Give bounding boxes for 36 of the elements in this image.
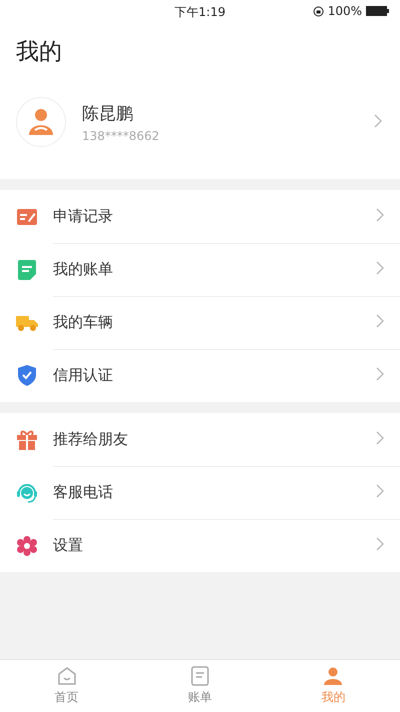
status-time: 下午1:19 (174, 5, 226, 19)
headset-icon (16, 482, 38, 504)
home-icon (56, 666, 77, 686)
phone-number: 138****8662 (82, 128, 160, 142)
battery-percent: 100% (328, 4, 362, 18)
chevron-icon (376, 260, 384, 274)
chevron-icon (376, 208, 384, 222)
user-icon (323, 666, 344, 686)
user-name: 陈昆鹏 (82, 102, 134, 124)
profile-row[interactable]: 陈昆鹏 138****8662 (16, 67, 384, 179)
chevron-icon (376, 367, 384, 381)
shield-icon (18, 365, 36, 386)
menu-item[interactable]: 客服电话 (0, 466, 400, 519)
chevron-icon (376, 314, 384, 328)
chevron-icon (376, 430, 384, 444)
document-icon (190, 666, 209, 686)
form-icon (17, 208, 37, 224)
gift-icon (17, 430, 37, 450)
tab[interactable]: 账单 (133, 660, 267, 712)
menu-item[interactable]: 申请记录 (0, 190, 400, 243)
document-icon (18, 260, 36, 280)
chevron-icon (374, 114, 382, 128)
menu-item[interactable]: 我的账单 (0, 243, 400, 296)
menu-item[interactable]: 信用认证 (0, 349, 400, 402)
tab[interactable]: 首页 (0, 660, 134, 712)
chevron-icon (376, 537, 384, 551)
truck-icon (16, 314, 38, 332)
chevron-icon (376, 484, 384, 498)
menu-item[interactable]: 设置 (0, 519, 400, 572)
lock-rotation-icon (312, 6, 324, 16)
avatar-icon (16, 97, 66, 147)
menu-item[interactable]: 我的车辆 (0, 296, 400, 349)
page-title: 我的 (16, 38, 63, 67)
settings-icon (17, 536, 37, 556)
battery-icon (366, 6, 390, 16)
menu-item[interactable]: 推荐给朋友 (0, 413, 400, 466)
